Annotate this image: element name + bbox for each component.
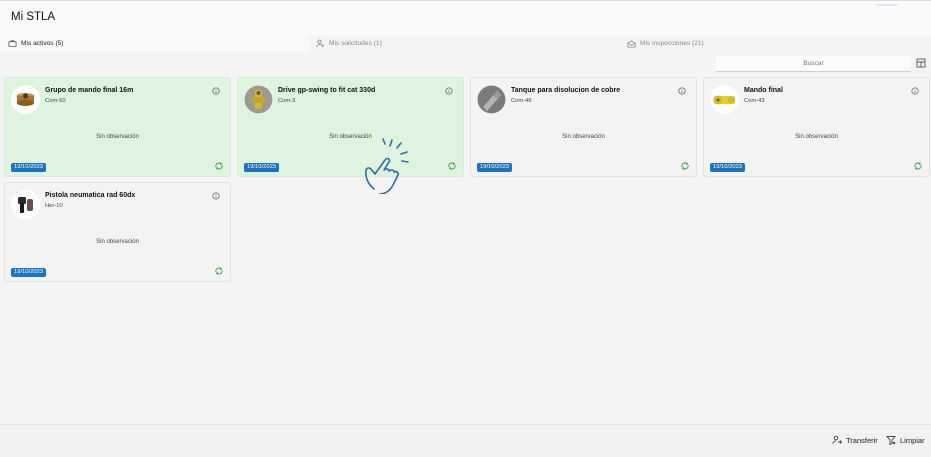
tab-mis-activos[interactable]: Mis activos (5) [0, 35, 310, 52]
final-drive-image-icon [710, 85, 739, 114]
header-accent [876, 4, 898, 6]
date-badge: 19/10/2023 [477, 163, 513, 172]
asset-thumbnail [710, 85, 739, 114]
asset-name: Pistola neumatica rad 60dx [45, 192, 136, 199]
tab-label: Mis activos (5) [21, 40, 64, 47]
date-badge: 19/10/2023 [244, 163, 280, 172]
app-header: Mi STLA [0, 0, 931, 36]
info-icon[interactable] [445, 87, 453, 95]
search-row: Buscar [0, 55, 931, 73]
transfer-icon[interactable] [214, 266, 224, 276]
asset-code: Her-10 [45, 203, 63, 209]
observation-text: Sin observación [795, 134, 838, 140]
open-envelope-icon [627, 40, 636, 48]
observation-text: Sin observación [329, 134, 372, 140]
info-icon[interactable] [911, 87, 919, 95]
page-title: Mi STLA [11, 11, 56, 23]
observation-text: Sin observación [96, 239, 139, 245]
asset-thumbnail [11, 190, 40, 219]
info-icon[interactable] [678, 87, 686, 95]
asset-name: Mando final [744, 87, 783, 94]
transfer-icon[interactable] [680, 161, 690, 171]
asset-thumbnail [477, 85, 506, 114]
tab-label: Mis solicitudes (1) [329, 40, 382, 47]
person-add-icon [316, 39, 325, 48]
tab-label: Mis inspecciones (21) [640, 40, 704, 47]
transfer-label: Transferir [846, 435, 878, 445]
asset-name: Drive gp-swing to fit cat 330d [278, 87, 376, 94]
tab-mis-solicitudes[interactable]: Mis solicitudes (1) [316, 35, 382, 52]
asset-name: Grupo de mando final 16m [45, 87, 134, 94]
briefcase-icon [8, 40, 17, 48]
footer-toolbar: Transferir Limpiar [0, 424, 931, 457]
tab-bar: Mis activos (5) Mis solicitudes (1) Mis … [0, 35, 931, 52]
date-badge: 19/10/2023 [710, 163, 746, 172]
transfer-button[interactable]: Transferir [832, 435, 878, 445]
person-transfer-icon [832, 435, 842, 445]
observation-text: Sin observación [562, 134, 605, 140]
info-icon[interactable] [212, 192, 220, 200]
swing-drive-image-icon [244, 85, 273, 114]
search-input[interactable]: Buscar [716, 56, 911, 72]
info-icon[interactable] [212, 87, 220, 95]
observation-text: Sin observación [96, 134, 139, 140]
asset-thumbnail [11, 85, 40, 114]
asset-card[interactable]: Tanque para disolucion de cobre Com-46 S… [470, 77, 697, 177]
transfer-icon[interactable] [447, 161, 457, 171]
clear-button[interactable]: Limpiar [886, 435, 925, 445]
pneumatic-gun-image-icon [11, 190, 40, 219]
final-drive-image-icon [11, 85, 40, 114]
asset-code: Com-46 [511, 98, 532, 104]
date-badge: 19/10/2023 [11, 163, 47, 172]
date-badge: 19/10/2023 [11, 268, 47, 277]
grid-view-icon[interactable] [916, 58, 926, 68]
asset-card[interactable]: Mando final Com-43 Sin observación 19/10… [703, 77, 930, 177]
asset-name: Tanque para disolucion de cobre [511, 87, 621, 94]
tank-image-icon [477, 85, 506, 114]
filter-clear-icon [886, 436, 896, 445]
asset-code: Com-43 [744, 98, 765, 104]
asset-thumbnail [244, 85, 273, 114]
asset-card[interactable]: Drive gp-swing to fit cat 330d Com-3 Sin… [237, 77, 464, 177]
asset-code: Com-3 [278, 98, 296, 104]
transfer-icon[interactable] [913, 161, 923, 171]
asset-card[interactable]: Pistola neumatica rad 60dx Her-10 Sin ob… [4, 182, 231, 282]
asset-code: Com-50 [45, 98, 66, 104]
tab-mis-inspecciones[interactable]: Mis inspecciones (21) [627, 35, 704, 52]
transfer-icon[interactable] [214, 161, 224, 171]
asset-card[interactable]: Grupo de mando final 16m Com-50 Sin obse… [4, 77, 231, 177]
clear-label: Limpiar [900, 435, 925, 445]
